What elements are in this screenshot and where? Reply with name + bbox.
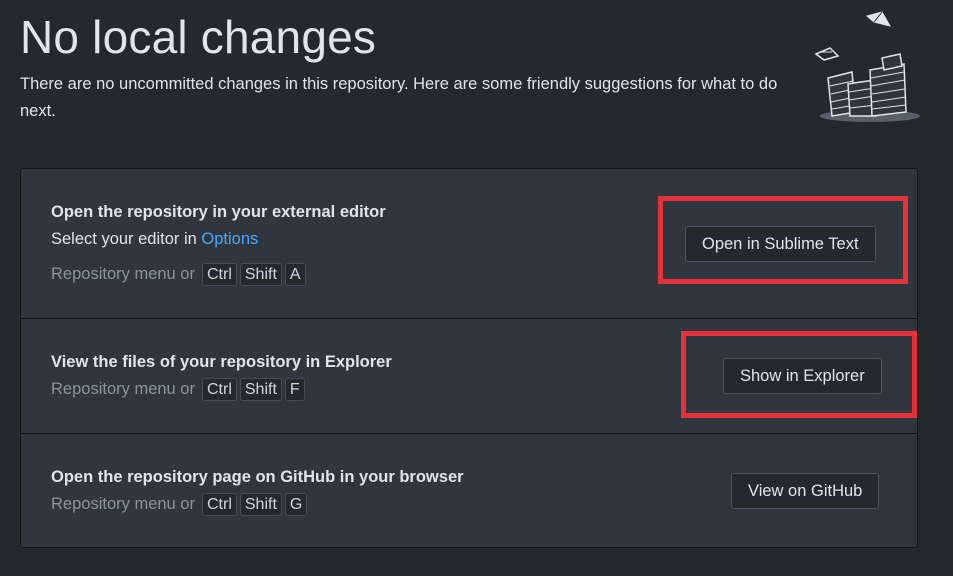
shortcut-hint: Repository menu or Ctrl Shift G	[51, 493, 308, 516]
key-g: G	[284, 493, 308, 516]
suggestion-view-github: Open the repository page on GitHub in yo…	[21, 434, 917, 548]
key-a: A	[284, 263, 306, 286]
suggestion-title: Open the repository page on GitHub in yo…	[51, 468, 464, 486]
suggestion-open-editor: Open the repository in your external edi…	[21, 169, 917, 319]
key-shift: Shift	[239, 263, 282, 286]
suggestion-show-explorer: View the files of your repository in Exp…	[21, 319, 917, 434]
key-ctrl: Ctrl	[201, 378, 237, 401]
key-f: F	[284, 378, 305, 401]
key-shift: Shift	[239, 493, 282, 516]
key-ctrl: Ctrl	[201, 263, 237, 286]
shortcut-label: Repository menu or	[51, 495, 195, 513]
shortcut-label: Repository menu or	[51, 265, 195, 283]
shortcut-hint: Repository menu or Ctrl Shift A	[51, 263, 306, 286]
page-title: No local changes	[20, 11, 377, 63]
suggestion-description: Select your editor in Options	[51, 230, 258, 249]
description-text: Select your editor in	[51, 230, 202, 248]
page-subtitle: There are no uncommitted changes in this…	[20, 75, 778, 120]
paper-stack-illustration-icon	[814, 11, 920, 122]
shortcut-label: Repository menu or	[51, 380, 195, 398]
key-shift: Shift	[239, 378, 282, 401]
suggestions-panel: Open the repository in your external edi…	[20, 168, 918, 548]
suggestion-title: View the files of your repository in Exp…	[51, 353, 392, 371]
shortcut-hint: Repository menu or Ctrl Shift F	[51, 378, 305, 401]
options-link[interactable]: Options	[201, 230, 258, 248]
view-on-github-button[interactable]: View on GitHub	[731, 473, 880, 509]
show-in-explorer-button[interactable]: Show in Explorer	[723, 358, 882, 394]
open-in-editor-button[interactable]: Open in Sublime Text	[685, 226, 876, 262]
suggestion-title: Open the repository in your external edi…	[51, 203, 386, 221]
key-ctrl: Ctrl	[201, 493, 237, 516]
no-changes-page: No local changes There are no uncommitte…	[0, 0, 953, 576]
